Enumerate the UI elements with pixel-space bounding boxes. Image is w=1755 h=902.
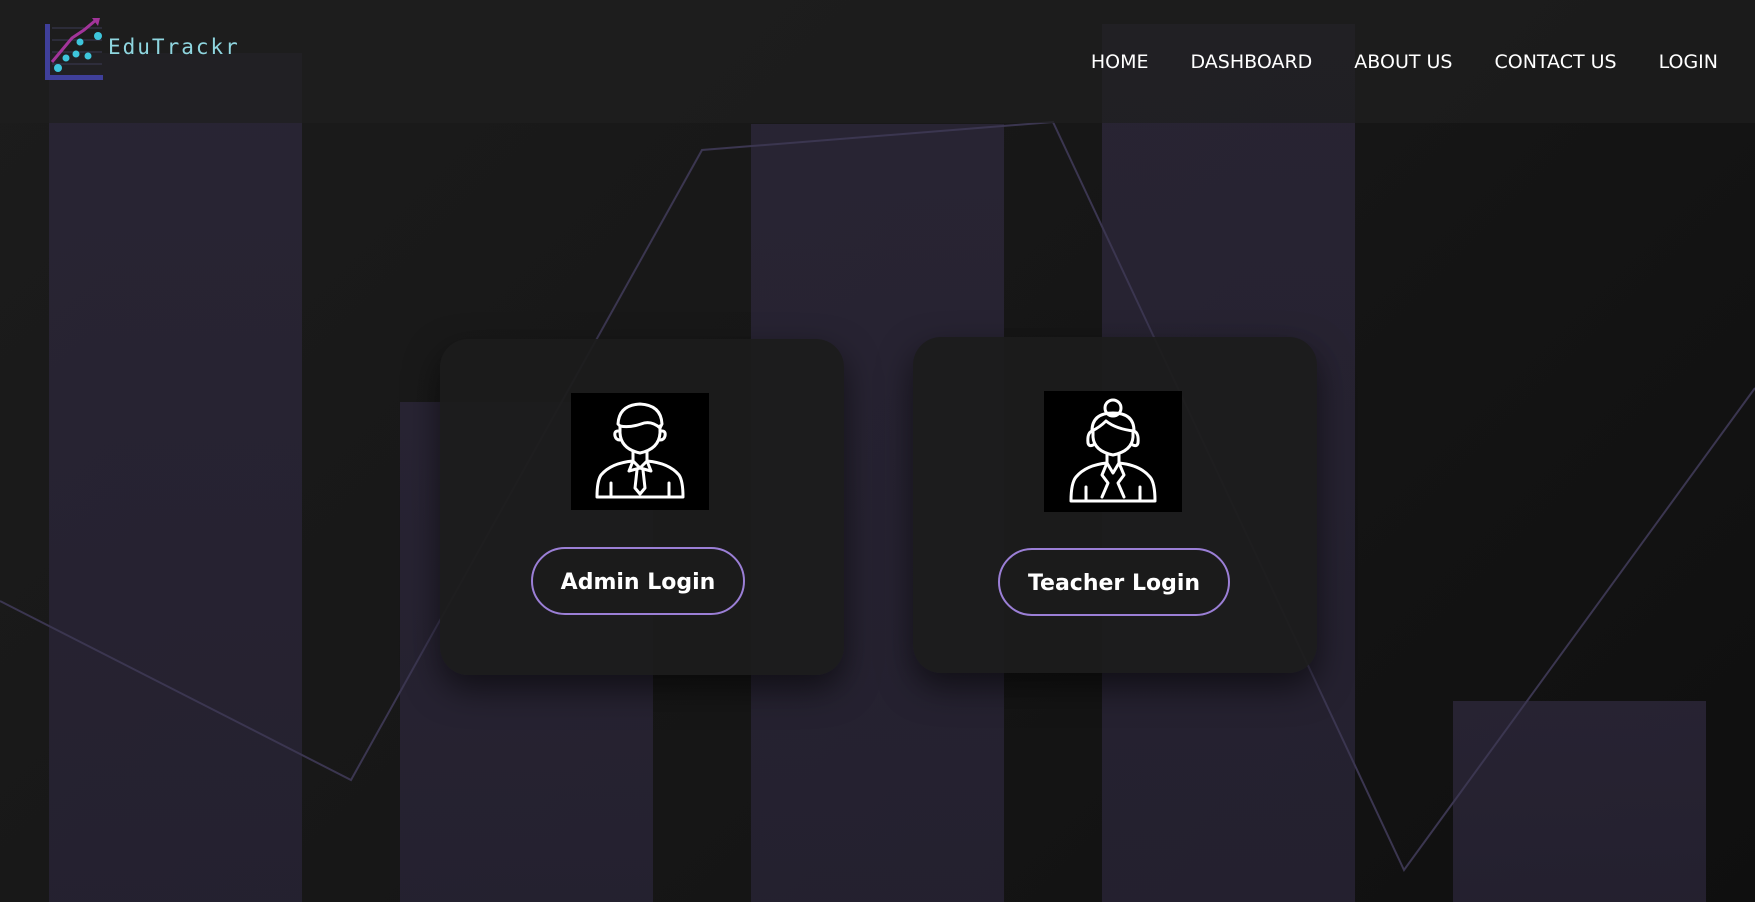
login-selection-page: EduTrackr HOME DASHBOARD ABOUT US CONTAC… [0,0,1755,902]
nav-home-link[interactable]: HOME [1091,48,1149,76]
top-navbar: EduTrackr HOME DASHBOARD ABOUT US CONTAC… [0,0,1755,123]
nav-about-link[interactable]: ABOUT US [1354,48,1452,76]
admin-login-card: Admin Login [440,339,844,675]
nav-login-link[interactable]: LOGIN [1659,48,1718,76]
teacher-avatar [1044,391,1182,512]
nav-dashboard-link[interactable]: DASHBOARD [1191,48,1313,76]
teacher-person-icon [1069,398,1157,503]
main-nav: HOME DASHBOARD ABOUT US CONTACT US LOGIN [1049,48,1718,76]
chart-logo-icon [45,18,103,80]
background-chart-decoration [0,24,1755,902]
admin-person-icon [595,402,685,499]
admin-avatar [571,393,709,510]
background-bar [1453,701,1706,902]
teacher-login-card: Teacher Login [913,337,1317,673]
nav-contact-link[interactable]: CONTACT US [1494,48,1616,76]
brand-name: EduTrackr [108,35,240,59]
brand-logo[interactable]: EduTrackr [44,18,240,84]
background-bar [49,53,302,902]
admin-login-button[interactable]: Admin Login [531,547,745,615]
teacher-login-button[interactable]: Teacher Login [998,548,1230,616]
